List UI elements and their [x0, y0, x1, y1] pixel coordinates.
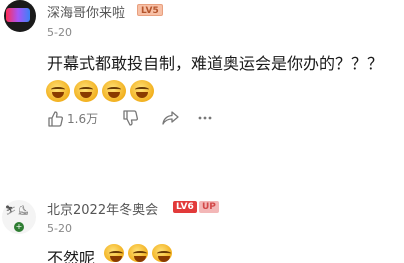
avatar[interactable]: ⛷⛸ +	[2, 200, 36, 234]
like-button[interactable]: 1.6万	[47, 110, 98, 127]
comment-date: 5-20	[47, 222, 72, 235]
comment-text: 不然呢	[47, 249, 96, 263]
level-badge: LV6	[173, 201, 197, 213]
thumbs-down-icon	[123, 110, 138, 126]
laugh-emoji-icon	[152, 244, 172, 262]
dislike-button[interactable]	[122, 110, 138, 126]
laugh-emoji-icon	[46, 80, 70, 102]
more-icon	[198, 116, 212, 120]
laugh-emoji-icon	[130, 80, 154, 102]
avatar-logo	[6, 8, 30, 22]
laugh-emoji-icon	[128, 244, 148, 262]
level-badge: LV5	[137, 4, 163, 16]
comment-date: 5-20	[47, 26, 72, 39]
like-count: 1.6万	[67, 112, 99, 126]
username[interactable]: 深海哥你来啦	[47, 2, 125, 21]
verified-icon: +	[14, 222, 24, 232]
avatar[interactable]	[4, 0, 36, 32]
share-icon	[162, 111, 179, 125]
laugh-emoji-icon	[74, 80, 98, 102]
up-tag-badge: UP	[199, 201, 219, 213]
olympic-figures-icon: ⛷⛸	[5, 206, 30, 216]
emoji-row	[104, 244, 172, 262]
laugh-emoji-icon	[104, 244, 124, 262]
thumbs-up-icon	[48, 110, 63, 127]
emoji-row	[46, 80, 154, 102]
comment-actions: 1.6万	[47, 110, 247, 130]
username[interactable]: 北京2022年冬奥会	[47, 199, 158, 218]
laugh-emoji-icon	[102, 80, 126, 102]
more-button[interactable]	[197, 110, 213, 126]
comment-separator	[0, 150, 404, 188]
comment-text: 开幕式都敢投自制，难道奥运会是你办的？？？	[47, 54, 384, 73]
share-button[interactable]	[162, 110, 179, 126]
